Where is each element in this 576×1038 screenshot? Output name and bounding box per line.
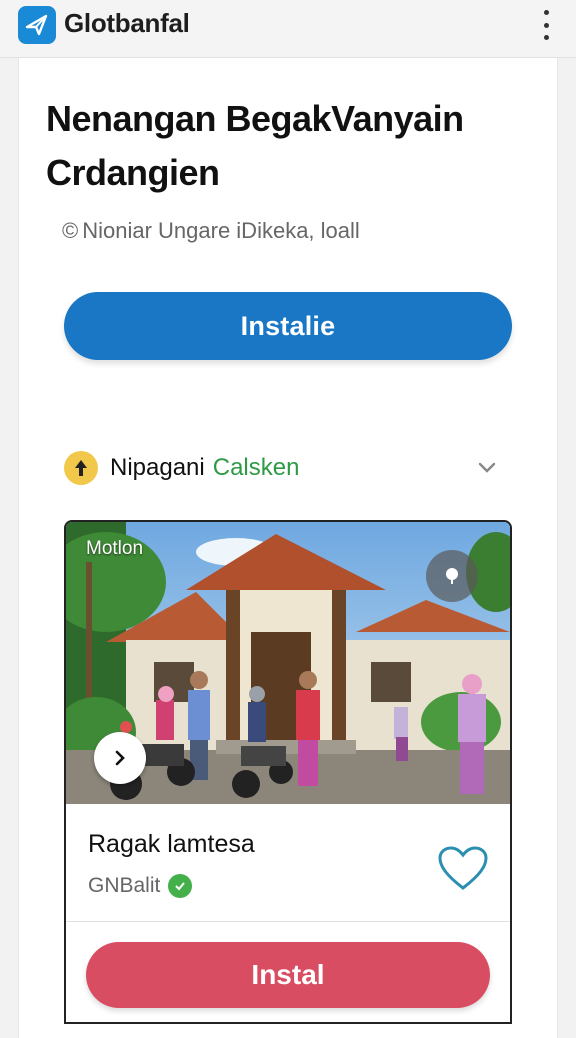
chevron-down-icon[interactable]	[476, 456, 498, 478]
section-label: Nipagani	[110, 454, 205, 481]
page-title: Nenangan BegakVanyain Crdangien	[46, 98, 464, 193]
section-header[interactable]: Nipagani Calsken	[64, 450, 504, 486]
install-card-button[interactable]: Instal	[86, 942, 490, 1008]
subtitle-text: Nioniar Ungare iDikeka, loall	[82, 218, 360, 243]
arrow-up-icon	[64, 451, 98, 485]
app-title: Glotbanfal	[64, 8, 190, 38]
media-card[interactable]: Motlon Ragak lamtesa GNBalit Instal	[64, 520, 512, 1024]
install-button[interactable]: Instalie	[64, 292, 512, 360]
subtitle: © Nioniar Ungare iDikeka, loall	[62, 218, 360, 244]
more-vert-icon[interactable]	[540, 10, 552, 40]
pin-icon[interactable]	[426, 550, 478, 602]
plane-icon[interactable]	[18, 6, 56, 44]
copyright-icon: ©	[62, 218, 79, 243]
item-title: Ragak lamtesa	[88, 830, 255, 858]
section-accent: Calsken	[212, 454, 300, 481]
chevron-right-icon[interactable]	[94, 732, 146, 784]
check-icon	[168, 874, 193, 898]
app-bar: Glotbanfal	[0, 0, 576, 58]
item-meta: GNBalit	[88, 874, 193, 898]
item-meta-text: GNBalit	[88, 874, 161, 897]
photo-label: Motlon	[86, 538, 144, 559]
heart-icon[interactable]	[436, 844, 490, 892]
card-info: Ragak lamtesa GNBalit	[66, 804, 510, 922]
